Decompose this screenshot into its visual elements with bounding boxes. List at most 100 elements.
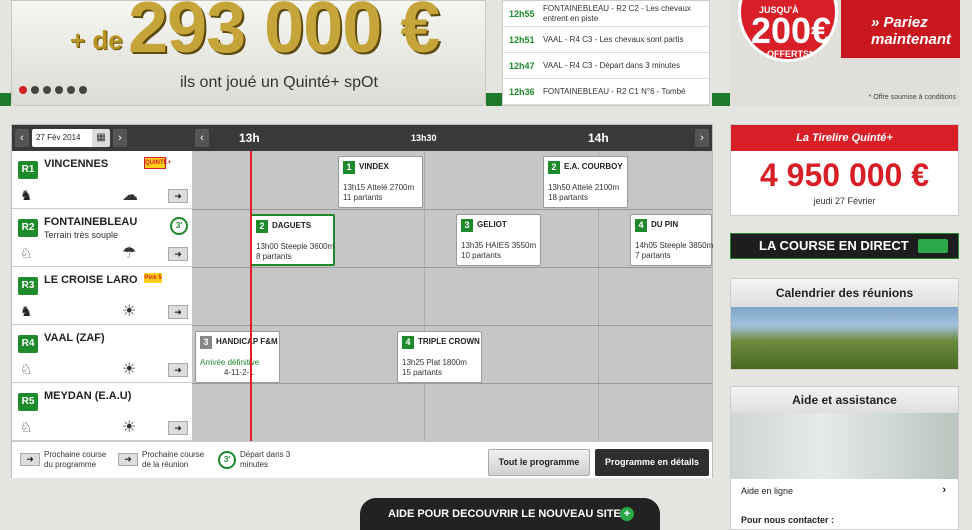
feed-item[interactable]: 12h36 FONTAINEBLEAU - R2 C1 N°6 - Tombé xyxy=(503,79,709,105)
jackpot-panel[interactable]: La Tirelire Quinté+ 4 950 000 € jeudi 27… xyxy=(730,124,959,216)
reunion-name: FONTAINEBLEAU xyxy=(44,216,138,228)
race-name: DAGUETS xyxy=(272,221,312,230)
slide-dot[interactable] xyxy=(43,86,51,94)
detailed-program-button[interactable]: Programme en détails xyxy=(595,449,709,476)
next-race-button[interactable]: ➜ xyxy=(168,189,188,203)
race-number: 1 xyxy=(343,161,355,174)
legend-next-reunion: Prochaine course de la réunion xyxy=(142,450,205,469)
race-card[interactable]: 1 VINDEX 13h15 Attelé 2700m 11 partants xyxy=(338,156,423,208)
feed-time: 12h55 xyxy=(509,8,535,19)
slide-dot[interactable] xyxy=(79,86,87,94)
feed-desc: FONTAINEBLEAU - R2 C1 N°6 - Tombé xyxy=(543,86,686,96)
jackpot-date: jeudi 27 Février xyxy=(813,196,876,206)
online-help-link[interactable]: Aide en ligne xyxy=(741,486,793,496)
feed-time: 12h51 xyxy=(509,34,535,45)
race-runners: 11 partants xyxy=(343,193,383,202)
legend-next-reunion-icon: ➜ xyxy=(118,453,138,466)
bonus-amount: 200€ xyxy=(751,10,832,51)
reunion-row-r3[interactable]: R3 LE CROISE LARO Pick 5 ♞ ☀ ➜ xyxy=(12,267,192,325)
slide-dot[interactable] xyxy=(55,86,63,94)
help-panel: Aide et assistance Aide en ligne › Pour … xyxy=(730,386,959,530)
current-time-line xyxy=(250,151,252,441)
race-card[interactable]: 4 DU PIN 14h05 Steeple 3850m 7 partants xyxy=(630,214,713,266)
plus-icon[interactable]: + xyxy=(620,507,634,521)
race-card-live[interactable]: 2 DAGUETS 13h00 Steeple 3600m 8 partants xyxy=(250,214,335,266)
timeline-prev-button[interactable]: ‹ xyxy=(195,129,209,147)
cta-line2: maintenant xyxy=(871,31,952,48)
race-timeline: ‹ 27 Fév 2014 ▦ › ‹ 13h 13h30 14h › 1 VI… xyxy=(11,124,713,478)
timeline-next-button[interactable]: › xyxy=(695,129,709,147)
reunion-code: R1 xyxy=(18,161,38,179)
legend-depart: Départ dans 3 minutes xyxy=(240,450,291,469)
banner-amount: 293 000 € xyxy=(128,0,440,68)
banner-slide-dots xyxy=(19,86,87,94)
timeline-grid: 1 VINDEX 13h15 Attelé 2700m 11 partants … xyxy=(192,151,713,441)
slide-dot[interactable] xyxy=(67,86,75,94)
reunion-name: LE CROISE LARO xyxy=(44,274,138,286)
race-name: VINDEX xyxy=(359,162,389,171)
next-race-button[interactable]: ➜ xyxy=(168,247,188,261)
full-program-button[interactable]: Tout le programme xyxy=(488,449,590,476)
weather-sunny-icon: ☀ xyxy=(122,419,137,436)
depart-timer-icon: 3' xyxy=(170,217,188,235)
bonus-promo[interactable]: JUSQU'À 200€ OFFERTS* » Pariez maintenant… xyxy=(730,0,960,106)
chevron-right-icon[interactable]: › xyxy=(942,484,946,496)
next-race-button[interactable]: ➜ xyxy=(168,305,188,319)
live-race-button[interactable]: LA COURSE EN DIRECT xyxy=(730,233,959,259)
race-card[interactable]: 3 GELIOT 13h35 HAIES 3550m 10 partants xyxy=(456,214,541,266)
feed-time: 12h36 xyxy=(509,86,535,97)
race-name: TRIPLE CROWN xyxy=(418,337,480,346)
racing-photo xyxy=(731,307,958,369)
race-card[interactable]: 4 TRIPLE CROWN 13h25 Plat 1800m 15 parta… xyxy=(397,331,482,383)
race-number: 4 xyxy=(635,219,647,232)
gallop-icon: ♘ xyxy=(20,361,33,377)
pick5-badge: Pick 5 xyxy=(144,273,162,283)
reunion-row-r5[interactable]: R5 MEYDAN (E.A.U) ♘ ☀ ➜ xyxy=(12,383,192,441)
race-card-finished[interactable]: 3 HANDICAP F&M Arrivée définitive 4-11-2… xyxy=(195,331,280,383)
live-feed: 12h55 FONTAINEBLEAU - R2 C2 - Les chevaux… xyxy=(502,0,710,106)
race-runners: 8 partants xyxy=(256,252,292,261)
race-info: 13h25 Plat 1800m xyxy=(402,358,467,367)
offer-note: * Offre soumise à conditions xyxy=(868,94,956,101)
date-field[interactable]: 27 Fév 2014 xyxy=(32,129,94,147)
obstacle-icon: ♘ xyxy=(20,245,33,261)
race-runners: 7 partants xyxy=(635,251,671,260)
race-number: 3 xyxy=(200,336,212,349)
slide-dot[interactable] xyxy=(19,86,27,94)
help-bar-label: AIDE POUR DECOUVRIR LE NOUVEAU SITE ! xyxy=(388,508,628,520)
time-label: 14h xyxy=(588,131,609,145)
prev-day-button[interactable]: ‹ xyxy=(15,129,29,147)
promo-banner[interactable]: + de 293 000 € ils ont joué un Quinté+ s… xyxy=(11,0,486,106)
feed-item[interactable]: 12h55 FONTAINEBLEAU - R2 C2 - Les chevaux… xyxy=(503,1,709,27)
weather-partly-sunny-icon: ☀ xyxy=(122,303,137,320)
calendar-icon[interactable]: ▦ xyxy=(92,129,110,147)
quinte-badge: QUINTÉ+ xyxy=(144,157,171,169)
calendar-panel[interactable]: Calendrier des réunions xyxy=(730,278,959,370)
feed-desc: VAAL - R4 C3 - Les chevaux sont partis xyxy=(543,34,684,44)
feed-item[interactable]: 12h51 VAAL - R4 C3 - Les chevaux sont par… xyxy=(503,27,709,53)
reunion-code: R2 xyxy=(18,219,38,237)
slide-dot[interactable] xyxy=(31,86,39,94)
bonus-badge: JUSQU'À 200€ OFFERTS* xyxy=(738,0,838,62)
tv-icon xyxy=(918,239,948,253)
reunion-row-r2[interactable]: R2 FONTAINEBLEAU Terrain très souple 3' … xyxy=(12,209,192,267)
next-race-button[interactable]: ➜ xyxy=(168,421,188,435)
reunion-row-r4[interactable]: R4 VAAL (ZAF) ♘ ☀ ➜ xyxy=(12,325,192,383)
reunion-terrain: Terrain très souple xyxy=(44,230,119,240)
feed-item[interactable]: 12h47 VAAL - R4 C3 - Départ dans 3 minute… xyxy=(503,53,709,79)
time-label: 13h30 xyxy=(411,133,437,143)
race-runners: 10 partants xyxy=(461,251,502,260)
race-card[interactable]: 2 E.A. COURBOY 13h50 Attelé 2100m 18 par… xyxy=(543,156,628,208)
weather-partly-sunny-icon: ☀ xyxy=(122,361,137,378)
next-race-button[interactable]: ➜ xyxy=(168,363,188,377)
weather-rain-icon: ☂ xyxy=(122,245,137,262)
banner-subtitle: ils ont joué un Quinté+ spOt xyxy=(180,74,378,91)
race-info: 13h15 Attelé 2700m xyxy=(343,183,415,192)
discover-help-bar[interactable]: AIDE POUR DECOUVRIR LE NOUVEAU SITE ! + xyxy=(360,498,660,530)
bet-now-button[interactable]: » Pariez maintenant xyxy=(841,0,960,58)
reunion-row-r1[interactable]: R1 VINCENNES QUINTÉ+ ♞ ☁ ➜ xyxy=(12,151,192,209)
next-day-button[interactable]: › xyxy=(113,129,127,147)
decor-stripe xyxy=(0,93,11,106)
reunion-name: VINCENNES xyxy=(44,158,109,170)
race-name: HANDICAP F&M xyxy=(216,337,278,346)
